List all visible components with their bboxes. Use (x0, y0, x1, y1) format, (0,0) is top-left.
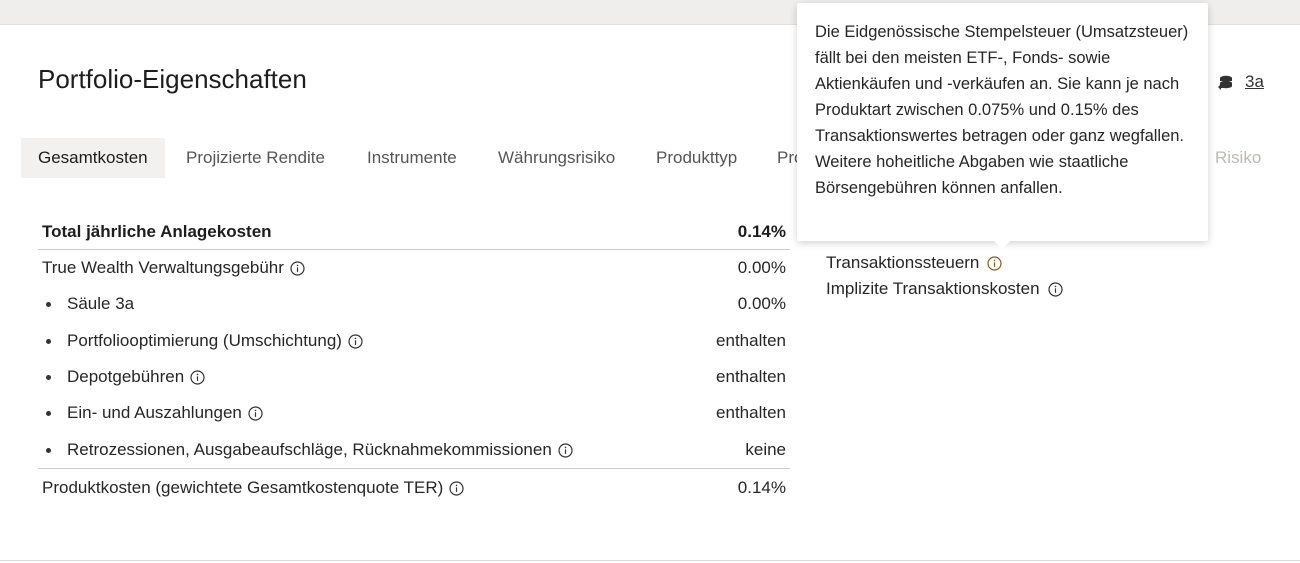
table-row-total: Total jährliche Anlagekosten 0.14% (38, 214, 790, 250)
item-value: enthalten (716, 403, 786, 422)
item-value: keine (745, 440, 786, 459)
table-row: Portfoliooptimierung (Umschichtung) enth… (38, 323, 790, 359)
tooltip: Die Eidgenössische Stempelsteuer (Umsatz… (797, 3, 1208, 249)
pillar-link[interactable]: 3a (1245, 72, 1264, 92)
tab-waehrungsrisiko[interactable]: Währungsrisiko (498, 138, 615, 178)
table-row-management-fee: True Wealth Verwaltungsgebühr 0.00% (38, 250, 790, 286)
total-cost-label: Total jährliche Anlagekosten (42, 222, 272, 241)
product-costs-label: Produktkosten (gewichtete Gesamtkostenqu… (42, 478, 444, 497)
other-costs-list: Transaktionssteuern Implizite Transaktio… (826, 250, 1063, 302)
bottom-divider (0, 560, 1300, 561)
bullet (46, 447, 51, 453)
info-icon[interactable] (248, 405, 263, 421)
item-value: enthalten (716, 331, 786, 350)
bullet (46, 374, 51, 380)
bullet (46, 410, 51, 416)
bullet (46, 338, 51, 344)
info-icon[interactable] (290, 260, 305, 276)
table-row: Säule 3a 0.00% (38, 286, 790, 322)
tab-projizierte-rendite[interactable]: Projizierte Rendite (186, 138, 325, 178)
tooltip-arrow (994, 241, 1010, 249)
page-title: Portfolio-Eigenschaften (38, 64, 307, 94)
tab-risiko[interactable]: Risiko (1215, 138, 1261, 178)
info-icon[interactable] (558, 442, 573, 458)
row-divider (38, 468, 790, 469)
list-item: Transaktionssteuern (826, 250, 1063, 276)
item-label: Säule 3a (67, 294, 135, 313)
item-label: Depotgebühren (67, 367, 185, 386)
list-item: Implizite Transaktionskosten (826, 276, 1063, 302)
coins-icon (1217, 74, 1235, 90)
management-fee-label: True Wealth Verwaltungsgebühr (42, 258, 284, 277)
item-label: Ein- und Auszahlungen (67, 403, 242, 422)
info-icon[interactable] (348, 333, 363, 349)
tab-instrumente[interactable]: Instrumente (367, 138, 457, 178)
table-row: Ein- und Auszahlungen enthalten (38, 395, 790, 431)
table-row-product-costs: Produktkosten (gewichtete Gesamtkostenqu… (38, 470, 790, 506)
product-costs-value: 0.14% (737, 478, 786, 497)
management-fee-value: 0.00% (737, 258, 786, 277)
info-icon[interactable] (1047, 281, 1063, 297)
item-value: enthalten (716, 367, 786, 386)
table-row: Retrozessionen, Ausgabeaufschläge, Rückn… (38, 432, 790, 468)
tab-produkttyp[interactable]: Produkttyp (656, 138, 737, 178)
item-value: 0.00% (737, 294, 786, 313)
total-cost-value: 0.14% (737, 222, 786, 241)
item-label: Retrozessionen, Ausgabeaufschläge, Rückn… (67, 440, 552, 459)
bullet (46, 301, 51, 307)
info-icon[interactable] (190, 369, 205, 385)
tab-gesamtkosten[interactable]: Gesamtkosten (21, 138, 165, 178)
info-icon-active[interactable] (987, 255, 1002, 271)
table-row: Depotgebühren enthalten (38, 359, 790, 395)
implicit-costs-label: Implizite Transaktionskosten (826, 279, 1040, 298)
pillar-selector[interactable]: 3a (1217, 72, 1264, 92)
transaction-taxes-label: Transaktionssteuern (826, 253, 980, 272)
item-label: Portfoliooptimierung (Umschichtung) (67, 331, 342, 350)
info-icon[interactable] (449, 480, 464, 496)
tooltip-text: Die Eidgenössische Stempelsteuer (Umsatz… (815, 23, 1189, 197)
